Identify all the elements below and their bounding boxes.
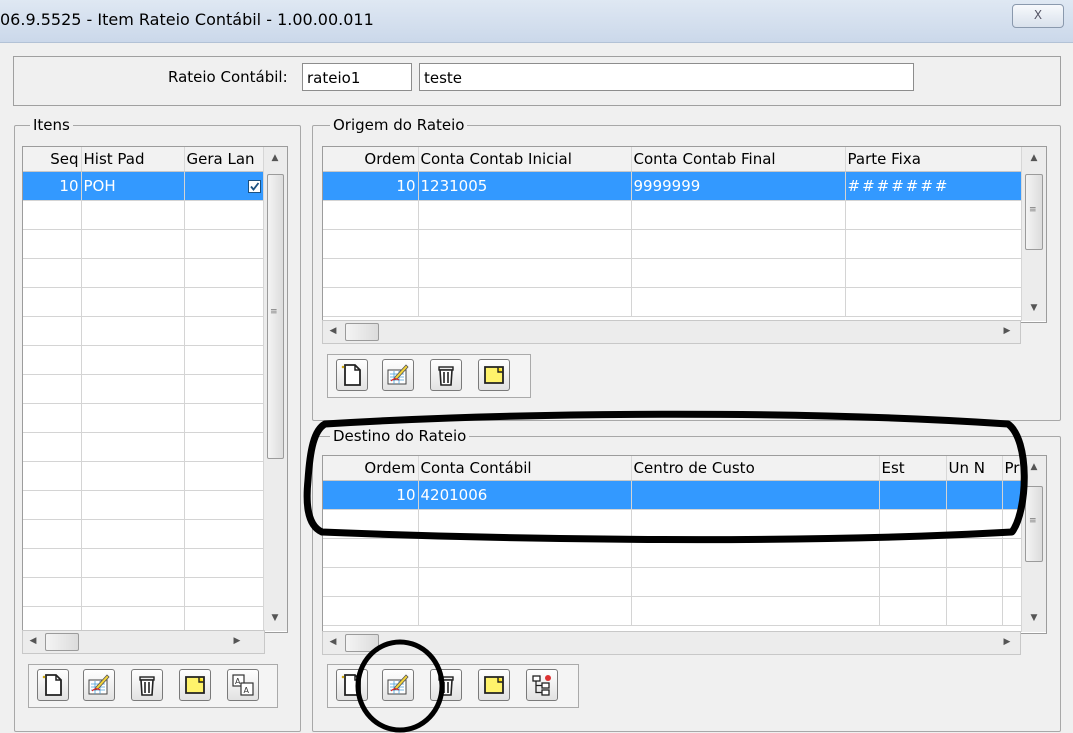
new-record-icon bbox=[340, 673, 364, 697]
destino-legend: Destino do Rateio bbox=[330, 428, 470, 444]
column-header-centro-de-custo[interactable]: Centro de Custo bbox=[631, 456, 880, 481]
note-icon bbox=[482, 363, 506, 387]
destino-toolbar bbox=[327, 664, 579, 708]
conta-cell: 4201006 bbox=[418, 480, 632, 510]
close-button[interactable]: X bbox=[1012, 4, 1064, 28]
scroll-up-icon[interactable]: ▲ bbox=[267, 153, 283, 163]
column-header-conta-contab-final[interactable]: Conta Contab Final bbox=[631, 147, 846, 172]
itens-grid[interactable]: Seq Hist Pad Gera Lan 10 POH ▲ ≡ ▼ bbox=[22, 146, 288, 633]
grip-icon: ≡ bbox=[270, 307, 278, 317]
window-title: 06.9.5525 - Item Rateio Contábil - 1.00.… bbox=[0, 10, 374, 29]
itens-toolbar bbox=[28, 664, 278, 708]
origem-edit-button[interactable] bbox=[382, 359, 414, 391]
rateio-description-field[interactable]: teste bbox=[419, 63, 914, 91]
edit-record-icon bbox=[87, 673, 111, 697]
grip-icon: ≡ bbox=[1029, 516, 1037, 526]
scroll-left-icon[interactable]: ◀ bbox=[25, 636, 41, 646]
rateio-contabil-label: Rateio Contábil: bbox=[168, 68, 288, 86]
note-icon bbox=[482, 673, 506, 697]
origem-new-button[interactable] bbox=[336, 359, 368, 391]
scroll-thumb[interactable] bbox=[345, 323, 379, 341]
column-header-conta-contab-inicial[interactable]: Conta Contab Inicial bbox=[418, 147, 632, 172]
gera-lan-cell bbox=[184, 171, 264, 201]
destino-grid[interactable]: Ordem Conta Contábil Centro de Custo Est… bbox=[322, 455, 1047, 634]
destino-delete-button[interactable] bbox=[430, 669, 462, 701]
scroll-down-icon[interactable]: ▼ bbox=[1026, 613, 1042, 623]
hist-pad-cell: POH bbox=[81, 171, 185, 201]
edit-record-icon bbox=[386, 673, 410, 697]
checkmark-icon bbox=[249, 181, 259, 191]
scroll-right-icon[interactable]: ▶ bbox=[999, 637, 1015, 647]
est-cell bbox=[879, 480, 947, 510]
itens-horizontal-scrollbar[interactable]: ◀ ▶ bbox=[22, 630, 265, 654]
column-header-est[interactable]: Est bbox=[879, 456, 947, 481]
column-header-hist-pad[interactable]: Hist Pad bbox=[81, 147, 185, 172]
scroll-down-icon[interactable]: ▼ bbox=[267, 613, 283, 623]
parte-fixa-cell: ####### bbox=[845, 171, 1022, 201]
destino-note-button[interactable] bbox=[478, 669, 510, 701]
origem-toolbar bbox=[327, 354, 531, 398]
new-record-icon bbox=[340, 363, 364, 387]
origem-vertical-scrollbar[interactable]: ▲ ≡ ▼ bbox=[1021, 147, 1046, 321]
pr-cell bbox=[1002, 480, 1022, 510]
delete-record-icon bbox=[434, 363, 458, 387]
destino-hierarchy-button[interactable] bbox=[526, 669, 558, 701]
rateio-code-field[interactable]: rateio1 bbox=[302, 63, 412, 91]
delete-record-icon bbox=[135, 673, 159, 697]
centro-cell bbox=[631, 480, 880, 510]
note-icon bbox=[183, 673, 207, 697]
new-record-icon bbox=[41, 673, 65, 697]
destino-new-button[interactable] bbox=[336, 669, 368, 701]
column-header-seq[interactable]: Seq bbox=[23, 147, 82, 172]
origem-horizontal-scrollbar[interactable]: ◀ ▶ bbox=[322, 320, 1021, 344]
window-titlebar: 06.9.5525 - Item Rateio Contábil - 1.00.… bbox=[0, 0, 1073, 43]
close-icon: X bbox=[1033, 8, 1043, 22]
column-header-conta-contabil[interactable]: Conta Contábil bbox=[418, 456, 632, 481]
column-header-ordem[interactable]: Ordem bbox=[323, 456, 419, 481]
scroll-down-icon[interactable]: ▼ bbox=[1026, 303, 1042, 313]
column-header-pr[interactable]: Pr bbox=[1002, 456, 1022, 481]
scroll-up-icon[interactable]: ▲ bbox=[1026, 462, 1042, 472]
itens-delete-button[interactable] bbox=[131, 669, 163, 701]
scroll-up-icon[interactable]: ▲ bbox=[1026, 153, 1042, 163]
scroll-thumb[interactable] bbox=[45, 633, 79, 651]
destino-edit-button[interactable] bbox=[382, 669, 414, 701]
column-header-gera-lan[interactable]: Gera Lan bbox=[184, 147, 264, 172]
column-header-ordem[interactable]: Ordem bbox=[323, 147, 419, 172]
scroll-right-icon[interactable]: ▶ bbox=[229, 636, 245, 646]
un-cell bbox=[946, 480, 1003, 510]
itens-edit-button[interactable] bbox=[83, 669, 115, 701]
column-header-un-n[interactable]: Un N bbox=[946, 456, 1003, 481]
edit-record-icon bbox=[386, 363, 410, 387]
scroll-left-icon[interactable]: ◀ bbox=[325, 637, 341, 647]
grip-icon: ≡ bbox=[1029, 205, 1037, 215]
translate-icon bbox=[231, 673, 255, 697]
itens-vertical-scrollbar[interactable]: ▲ ≡ ▼ bbox=[263, 147, 287, 631]
delete-record-icon bbox=[434, 673, 458, 697]
ordem-cell: 10 bbox=[323, 480, 419, 510]
table-row[interactable]: 10 4201006 bbox=[323, 480, 1022, 510]
column-header-parte-fixa[interactable]: Parte Fixa bbox=[845, 147, 1022, 172]
origem-delete-button[interactable] bbox=[430, 359, 462, 391]
scroll-left-icon[interactable]: ◀ bbox=[325, 326, 341, 336]
origem-legend: Origem do Rateio bbox=[330, 117, 468, 133]
destino-horizontal-scrollbar[interactable]: ◀ ▶ bbox=[322, 631, 1021, 655]
table-row[interactable]: 10 POH bbox=[23, 171, 264, 201]
itens-translate-button[interactable] bbox=[227, 669, 259, 701]
ordem-cell: 10 bbox=[323, 171, 419, 201]
itens-new-button[interactable] bbox=[37, 669, 69, 701]
gera-lan-checkbox[interactable] bbox=[247, 179, 261, 193]
scroll-right-icon[interactable]: ▶ bbox=[999, 326, 1015, 336]
destino-vertical-scrollbar[interactable]: ▲ ≡ ▼ bbox=[1021, 456, 1046, 632]
hierarchy-icon bbox=[530, 673, 554, 697]
itens-note-button[interactable] bbox=[179, 669, 211, 701]
conta-inicial-cell: 1231005 bbox=[418, 171, 632, 201]
scroll-thumb[interactable] bbox=[345, 634, 379, 652]
seq-cell: 10 bbox=[23, 171, 82, 201]
origem-grid[interactable]: Ordem Conta Contab Inicial Conta Contab … bbox=[322, 146, 1047, 323]
table-row[interactable]: 10 1231005 9999999 ####### bbox=[323, 171, 1022, 201]
origem-note-button[interactable] bbox=[478, 359, 510, 391]
itens-legend: Itens bbox=[30, 117, 73, 133]
conta-final-cell: 9999999 bbox=[631, 171, 846, 201]
